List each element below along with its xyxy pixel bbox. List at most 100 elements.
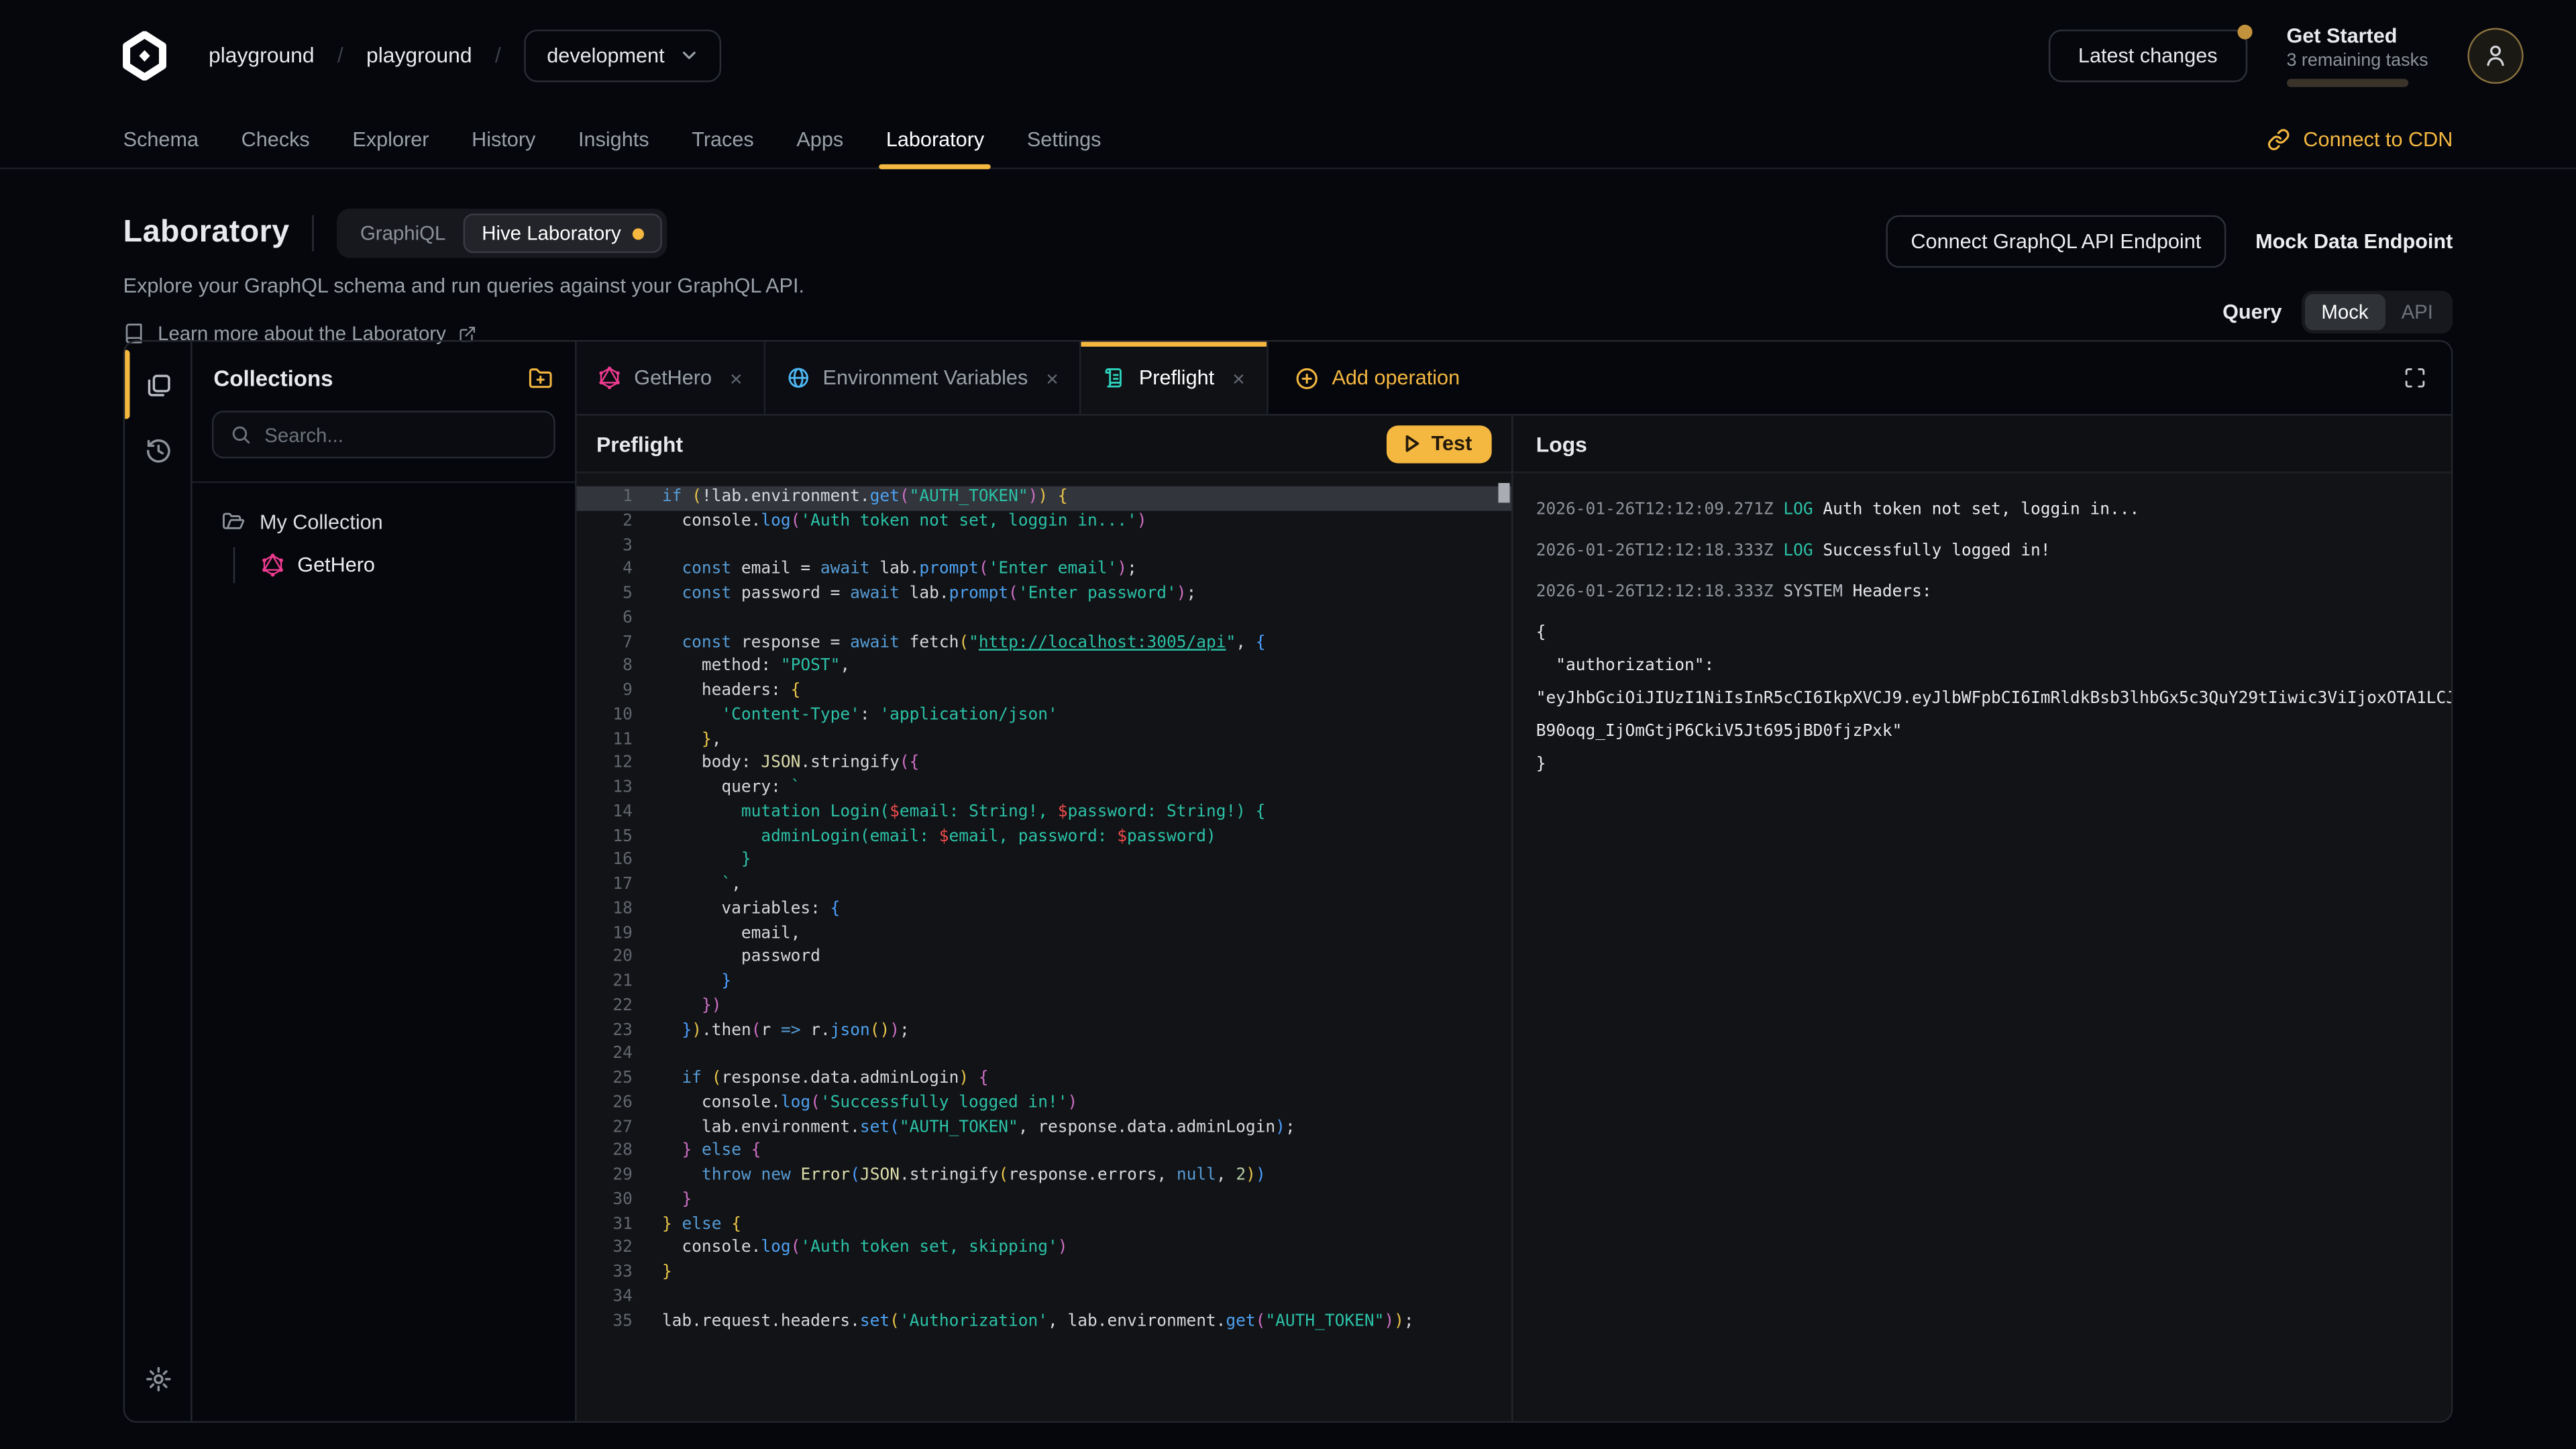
code-line[interactable]: 26 console.log('Successfully logged in!'… (577, 1092, 1511, 1116)
collection-operation-gethero[interactable]: GetHero (252, 547, 555, 584)
line-number: 35 (577, 1310, 633, 1334)
code-line[interactable]: 34 (577, 1286, 1511, 1310)
top-header: playground / playground / development La… (0, 0, 2576, 110)
toggle-mock[interactable]: Mock (2305, 294, 2385, 330)
connect-endpoint-button[interactable]: Connect GraphQL API Endpoint (1886, 215, 2226, 268)
code-line[interactable]: 32 console.log('Auth token set, skipping… (577, 1238, 1511, 1262)
new-folder-button[interactable] (527, 366, 553, 391)
toggle-api[interactable]: API (2385, 294, 2449, 330)
code-line[interactable]: 35lab.request.headers.set('Authorization… (577, 1310, 1511, 1334)
code-text: } (633, 1189, 692, 1213)
play-icon (1403, 433, 1421, 452)
get-started-widget[interactable]: Get Started 3 remaining tasks (2286, 24, 2428, 87)
code-line[interactable]: 24 (577, 1044, 1511, 1068)
close-icon[interactable]: × (1046, 366, 1059, 390)
chevron-down-icon (681, 46, 699, 64)
log-raw-line: "authorization": (1536, 651, 2428, 684)
line-number: 26 (577, 1092, 633, 1116)
code-line[interactable]: 17 `, (577, 874, 1511, 898)
log-raw-line: } (1536, 749, 2428, 782)
connect-cdn-link[interactable]: Connect to CDN (2267, 127, 2453, 150)
toggle-graphiql[interactable]: GraphiQL (342, 213, 464, 253)
editor-scrollbar-thumb[interactable] (1498, 483, 1509, 502)
nav-item-explorer[interactable]: Explorer (331, 110, 451, 168)
code-line[interactable]: 13 query: ` (577, 777, 1511, 801)
code-line[interactable]: 19 email, (577, 922, 1511, 947)
code-line[interactable]: 29 throw new Error(JSON.stringify(respon… (577, 1165, 1511, 1189)
test-button[interactable]: Test (1387, 425, 1491, 462)
nav-item-schema[interactable]: Schema (102, 110, 220, 168)
code-text: }).then(r => r.json()); (633, 1020, 910, 1044)
tab-environment-variables[interactable]: Environment Variables× (765, 341, 1081, 414)
add-operation-button[interactable]: Add operation (1268, 341, 1486, 414)
code-line[interactable]: 20 password (577, 947, 1511, 971)
code-line[interactable]: 6 (577, 608, 1511, 632)
code-line[interactable]: 1if (!lab.environment.get("AUTH_TOKEN"))… (577, 486, 1511, 511)
collection-folder[interactable]: My Collection (212, 504, 555, 541)
hive-logo-icon[interactable] (120, 30, 169, 79)
nav-item-traces[interactable]: Traces (670, 110, 775, 168)
code-editor[interactable]: 1if (!lab.environment.get("AUTH_TOKEN"))… (577, 473, 1511, 1421)
graphql-icon (261, 553, 284, 576)
collections-panel: Collections My Collection (193, 341, 577, 1421)
code-line[interactable]: 10 'Content-Type': 'application/json' (577, 704, 1511, 729)
code-line[interactable]: 30 } (577, 1189, 1511, 1213)
get-started-subtitle: 3 remaining tasks (2286, 50, 2428, 70)
code-line[interactable]: 9 headers: { (577, 680, 1511, 704)
code-line[interactable]: 11 }, (577, 729, 1511, 753)
mock-data-endpoint-label[interactable]: Mock Data Endpoint (2255, 230, 2453, 253)
code-line[interactable]: 18 variables: { (577, 898, 1511, 922)
close-icon[interactable]: × (730, 366, 743, 390)
code-line[interactable]: 33} (577, 1262, 1511, 1286)
code-line[interactable]: 27 lab.environment.set("AUTH_TOKEN", res… (577, 1116, 1511, 1140)
code-line[interactable]: 2 console.log('Auth token not set, loggi… (577, 511, 1511, 535)
tab-preflight[interactable]: Preflight × (1081, 341, 1268, 414)
code-line[interactable]: 15 adminLogin(email: $email, password: $… (577, 826, 1511, 850)
code-line[interactable]: 28 } else { (577, 1140, 1511, 1165)
collections-search[interactable] (212, 411, 555, 458)
history-rail-button[interactable] (135, 427, 181, 474)
close-icon[interactable]: × (1232, 366, 1245, 390)
tab-gethero[interactable]: GetHero× (577, 341, 765, 414)
latest-changes-button[interactable]: Latest changes (2049, 29, 2247, 81)
code-line[interactable]: 4 const email = await lab.prompt('Enter … (577, 559, 1511, 583)
code-text: headers: { (633, 680, 801, 704)
collections-rail-button[interactable] (135, 362, 181, 408)
code-line[interactable]: 8 method: "POST", (577, 656, 1511, 680)
code-line[interactable]: 14 mutation Login($email: String!, $pass… (577, 801, 1511, 825)
fullscreen-button[interactable] (2379, 341, 2451, 414)
toggle-hive-laboratory[interactable]: Hive Laboratory (464, 213, 662, 253)
code-line[interactable]: 31} else { (577, 1214, 1511, 1238)
target-select[interactable]: development (524, 29, 722, 81)
nav-item-history[interactable]: History (450, 110, 557, 168)
code-line[interactable]: 16 } (577, 850, 1511, 874)
code-text: body: JSON.stringify({ (633, 753, 920, 777)
log-timestamp: 2026-01-26T12:12:18.333Z (1536, 542, 1784, 560)
get-started-title: Get Started (2286, 24, 2428, 47)
code-text: const response = await fetch("http://loc… (633, 632, 1266, 656)
tab-label: Preflight (1139, 366, 1214, 389)
breadcrumb-org[interactable]: playground (209, 43, 315, 68)
breadcrumb: playground / playground / (209, 43, 501, 68)
code-line[interactable]: 7 const response = await fetch("http://l… (577, 632, 1511, 656)
code-line[interactable]: 25 if (response.data.adminLogin) { (577, 1068, 1511, 1092)
code-line[interactable]: 5 const password = await lab.prompt('Ent… (577, 583, 1511, 607)
search-input[interactable] (264, 423, 537, 446)
breadcrumb-project[interactable]: playground (366, 43, 472, 68)
code-line[interactable]: 23 }).then(r => r.json()); (577, 1020, 1511, 1044)
nav-item-laboratory[interactable]: Laboratory (865, 110, 1006, 168)
code-line[interactable]: 12 body: JSON.stringify({ (577, 753, 1511, 777)
log-entry: 2026-01-26T12:12:18.333Z SYSTEM Headers: (1536, 577, 2428, 610)
settings-rail-button[interactable] (135, 1355, 181, 1401)
page-description: Explore your GraphQL schema and run quer… (123, 274, 804, 297)
logs-body[interactable]: 2026-01-26T12:12:09.271Z LOG Auth token … (1513, 473, 2451, 1421)
nav-item-apps[interactable]: Apps (775, 110, 865, 168)
nav-item-checks[interactable]: Checks (220, 110, 331, 168)
nav-item-settings[interactable]: Settings (1006, 110, 1122, 168)
nav-item-insights[interactable]: Insights (557, 110, 670, 168)
user-avatar[interactable] (2467, 27, 2523, 83)
code-line[interactable]: 3 (577, 535, 1511, 559)
code-line[interactable]: 22 }) (577, 995, 1511, 1019)
logs-title: Logs (1536, 431, 1587, 456)
code-line[interactable]: 21 } (577, 971, 1511, 995)
